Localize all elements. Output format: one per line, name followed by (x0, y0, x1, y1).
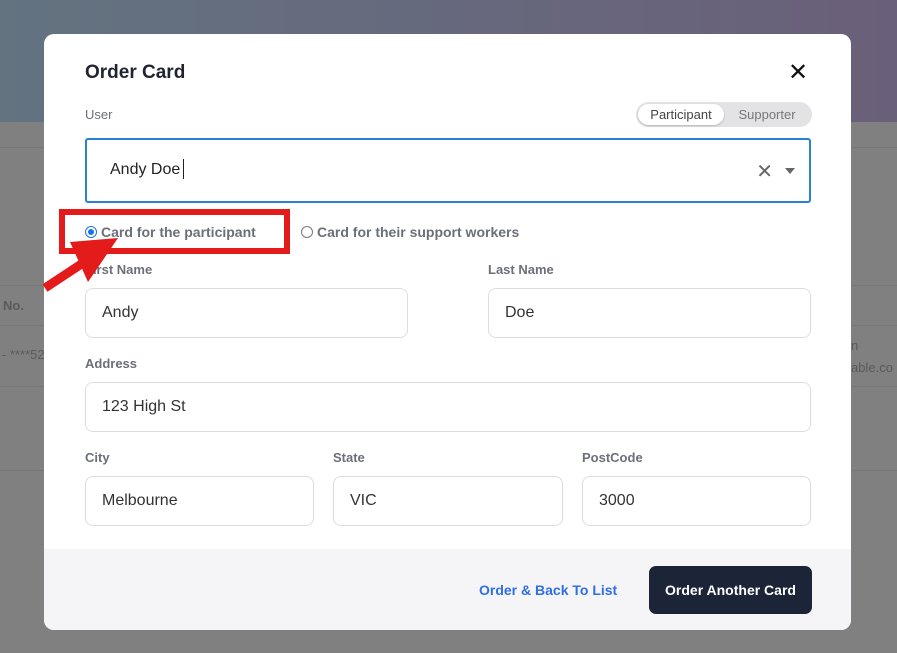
first-name-label: First Name (85, 262, 153, 277)
text-cursor (183, 159, 184, 179)
bg-cell: n (851, 338, 859, 353)
radio-label: Card for their support workers (317, 224, 520, 240)
bg-cell: able.co (851, 360, 893, 375)
state-input[interactable]: VIC (333, 476, 563, 526)
postcode-input[interactable]: 3000 (582, 476, 811, 526)
last-name-label: Last Name (488, 262, 554, 277)
radio-unchecked-icon[interactable] (301, 226, 313, 238)
order-another-card-button[interactable]: Order Another Card (649, 566, 812, 614)
clear-icon[interactable]: ✕ (756, 159, 773, 184)
toggle-supporter[interactable]: Supporter (724, 104, 810, 125)
user-type-toggle[interactable]: Participant Supporter (636, 102, 812, 127)
bg-cell: - ****52 (2, 347, 45, 362)
user-select-value: Andy Doe (110, 161, 181, 178)
address-label: Address (85, 356, 138, 371)
last-name-input[interactable]: Doe (488, 288, 811, 338)
order-card-modal: Order Card ✕ User Participant Supporter … (44, 34, 851, 630)
first-name-input[interactable]: Andy (85, 288, 408, 338)
annotation-highlight-box (59, 209, 290, 254)
close-icon[interactable]: ✕ (788, 58, 808, 87)
address-input[interactable]: 123 High St (85, 382, 811, 432)
state-label: State (333, 450, 365, 465)
chevron-down-icon[interactable] (785, 168, 795, 174)
city-label: City (85, 450, 110, 465)
user-label: User (85, 107, 113, 122)
city-input[interactable]: Melbourne (85, 476, 314, 526)
bg-column-header: No. (3, 298, 24, 313)
user-select[interactable]: Andy Doe ✕ (85, 138, 811, 203)
toggle-participant[interactable]: Participant (638, 104, 724, 125)
postcode-label: PostCode (582, 450, 643, 465)
modal-title: Order Card (85, 62, 186, 83)
order-back-to-list-link[interactable]: Order & Back To List (479, 582, 617, 598)
modal-footer: Order & Back To List Order Another Card (44, 549, 851, 630)
radio-card-support-workers[interactable]: Card for their support workers (301, 224, 519, 240)
